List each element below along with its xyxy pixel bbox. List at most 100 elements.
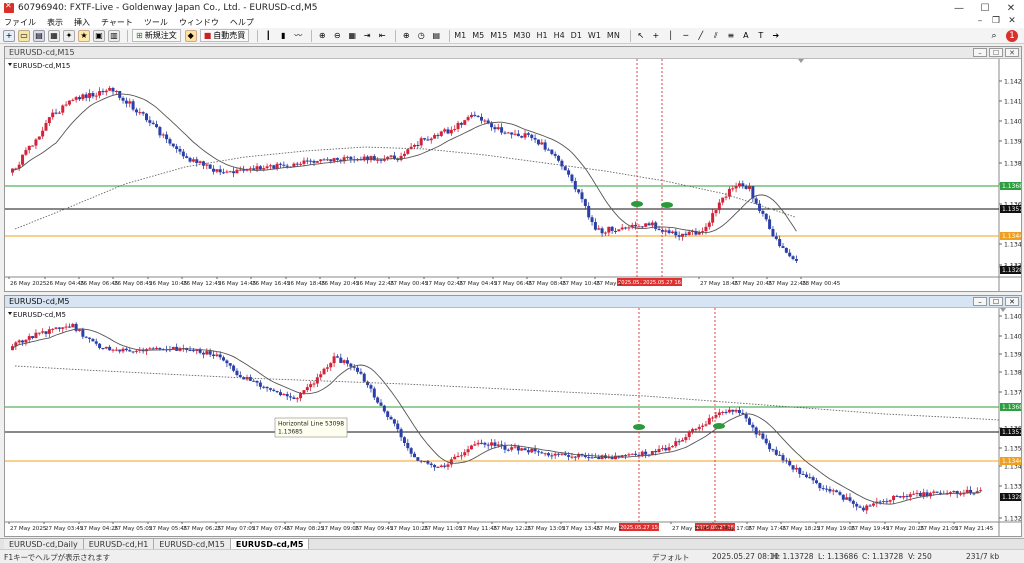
horizontal-line-icon[interactable]: ─: [680, 30, 692, 42]
menu-window[interactable]: ウィンドウ: [179, 17, 219, 28]
chart-shift-icon[interactable]: ⇤: [376, 30, 388, 42]
tester-icon[interactable]: ▥: [108, 29, 120, 42]
candle-body: [305, 160, 309, 162]
chart-window-title[interactable]: EURUSD-cd,M15 – ☐ ✕: [5, 47, 1021, 59]
timeframe-h1[interactable]: H1: [536, 31, 547, 40]
label-icon[interactable]: T: [755, 30, 767, 42]
candle-body: [74, 323, 78, 331]
minimize-button[interactable]: —: [946, 0, 972, 16]
candle-body: [443, 129, 447, 132]
candle-body: [758, 433, 762, 435]
close-button[interactable]: ✕: [998, 0, 1024, 16]
menu-file[interactable]: ファイル: [4, 17, 36, 28]
candle-body: [94, 341, 98, 344]
trendline-icon[interactable]: ╱: [695, 30, 707, 42]
candle-body: [825, 488, 829, 490]
maximize-button[interactable]: ☐: [972, 0, 998, 16]
vertical-line-icon[interactable]: │: [665, 30, 677, 42]
metaeditor-icon[interactable]: ◆: [184, 29, 197, 42]
chart-close-button[interactable]: ✕: [1005, 48, 1019, 57]
menu-view[interactable]: 表示: [47, 17, 63, 28]
time-tick-label: 27 May 04:45: [459, 281, 498, 287]
chart-window-m5[interactable]: EURUSD-cd,M5 – ☐ ✕ EURUSD-cd,M5 1.14085 1.…: [4, 295, 1024, 537]
chart-minimize-button[interactable]: –: [973, 48, 987, 57]
auto-trade-button[interactable]: ■ 自動売買: [199, 29, 250, 42]
chart-minimize-button[interactable]: –: [973, 297, 987, 306]
tile-icon[interactable]: ▦: [346, 30, 358, 42]
timeframe-h4[interactable]: H4: [554, 31, 565, 40]
mdi-restore-button[interactable]: ❐: [988, 16, 1004, 26]
candle-body: [959, 493, 963, 495]
timeframe-m5[interactable]: M5: [472, 31, 484, 40]
candle-body: [835, 490, 839, 493]
candle-body: [392, 419, 396, 424]
text-icon[interactable]: A: [740, 30, 752, 42]
timeframe-m1[interactable]: M1: [454, 31, 466, 40]
candle-body: [748, 418, 751, 425]
chart-close-button[interactable]: ✕: [1005, 297, 1019, 306]
candle-body: [573, 180, 577, 190]
candle-body: [332, 356, 336, 364]
menu-tools[interactable]: ツール: [144, 17, 168, 28]
new-chart-icon[interactable]: +: [3, 29, 15, 42]
navigator-icon[interactable]: ★: [78, 29, 90, 42]
chart-window-m15[interactable]: EURUSD-cd,M15 – ☐ ✕ EURUSD-cd,M15 1.14200…: [4, 46, 1024, 292]
price-line-tag-label-orange: 1.13446: [1002, 458, 1021, 465]
candle-body: [858, 506, 862, 508]
chart-maximize-button[interactable]: ☐: [989, 297, 1003, 306]
chart-background: [5, 59, 1021, 291]
folder-icon[interactable]: ▭: [18, 29, 30, 42]
candle-body: [61, 327, 65, 329]
candle-body: [473, 114, 477, 116]
periods-icon[interactable]: ◷: [415, 30, 427, 42]
chart-maximize-button[interactable]: ☐: [989, 48, 1003, 57]
timeframe-m15[interactable]: M15: [490, 31, 507, 40]
line-chart-icon[interactable]: 〰: [292, 30, 304, 42]
time-tick-label: 27 May 1: [596, 526, 622, 532]
timeframe-mn[interactable]: MN: [607, 31, 620, 40]
candle-body: [91, 338, 95, 342]
candle-body: [915, 492, 919, 494]
candles-icon[interactable]: ▮: [277, 30, 289, 42]
mdi-close-button[interactable]: ✕: [1004, 16, 1020, 26]
market-watch-icon[interactable]: ▦: [48, 29, 60, 42]
menu-chart[interactable]: チャート: [101, 17, 133, 28]
zoom-out-icon[interactable]: ⊖: [331, 30, 343, 42]
timeframe-m30[interactable]: M30: [513, 31, 530, 40]
channel-icon[interactable]: ⫽: [710, 30, 722, 42]
crosshair-icon[interactable]: +: [650, 30, 662, 42]
cursor-icon[interactable]: ↖: [635, 30, 647, 42]
autoscroll-icon[interactable]: ⇥: [361, 30, 373, 42]
price-chart-m15[interactable]: EURUSD-cd,M15 1.14200 1.14110 1.14020 1.1393…: [5, 59, 1024, 291]
bar-chart-icon[interactable]: ┃: [262, 30, 274, 42]
candle-body: [721, 197, 725, 203]
timeframe-d1[interactable]: D1: [571, 31, 582, 40]
fibonacci-icon[interactable]: ≡: [725, 30, 737, 42]
chart-window-title[interactable]: EURUSD-cd,M5 – ☐ ✕: [5, 296, 1021, 308]
menu-insert[interactable]: 挿入: [74, 17, 90, 28]
timeframe-w1[interactable]: W1: [588, 31, 601, 40]
candle-body: [828, 489, 832, 492]
arrows-icon[interactable]: ➔: [770, 30, 782, 42]
menu-help[interactable]: ヘルプ: [230, 17, 254, 28]
search-icon[interactable]: ⌕: [988, 30, 1000, 42]
candle-body: [627, 454, 631, 456]
candle-body: [275, 391, 279, 393]
price-chart-m5[interactable]: EURUSD-cd,M5 1.14085 1.14005 1.13925 1.13845…: [5, 308, 1024, 536]
profiles-icon[interactable]: ▤: [33, 29, 45, 42]
mdi-minimize-button[interactable]: –: [972, 16, 988, 26]
indicators-icon[interactable]: ⊕: [400, 30, 412, 42]
templates-icon[interactable]: ▤: [430, 30, 442, 42]
candle-body: [506, 449, 510, 451]
candle-body: [463, 120, 467, 125]
zoom-in-icon[interactable]: ⊕: [316, 30, 328, 42]
candle-body: [191, 350, 195, 352]
data-window-icon[interactable]: ✦: [63, 29, 75, 42]
new-order-button[interactable]: ⊞ 新規注文: [132, 29, 181, 42]
app-icon: [4, 1, 14, 13]
terminal-icon[interactable]: ▣: [93, 29, 105, 42]
candle-body: [456, 122, 460, 130]
candle-body: [329, 363, 333, 368]
chart-title: EURUSD-cd,M5: [9, 297, 70, 306]
notification-icon[interactable]: 1: [1006, 30, 1018, 42]
